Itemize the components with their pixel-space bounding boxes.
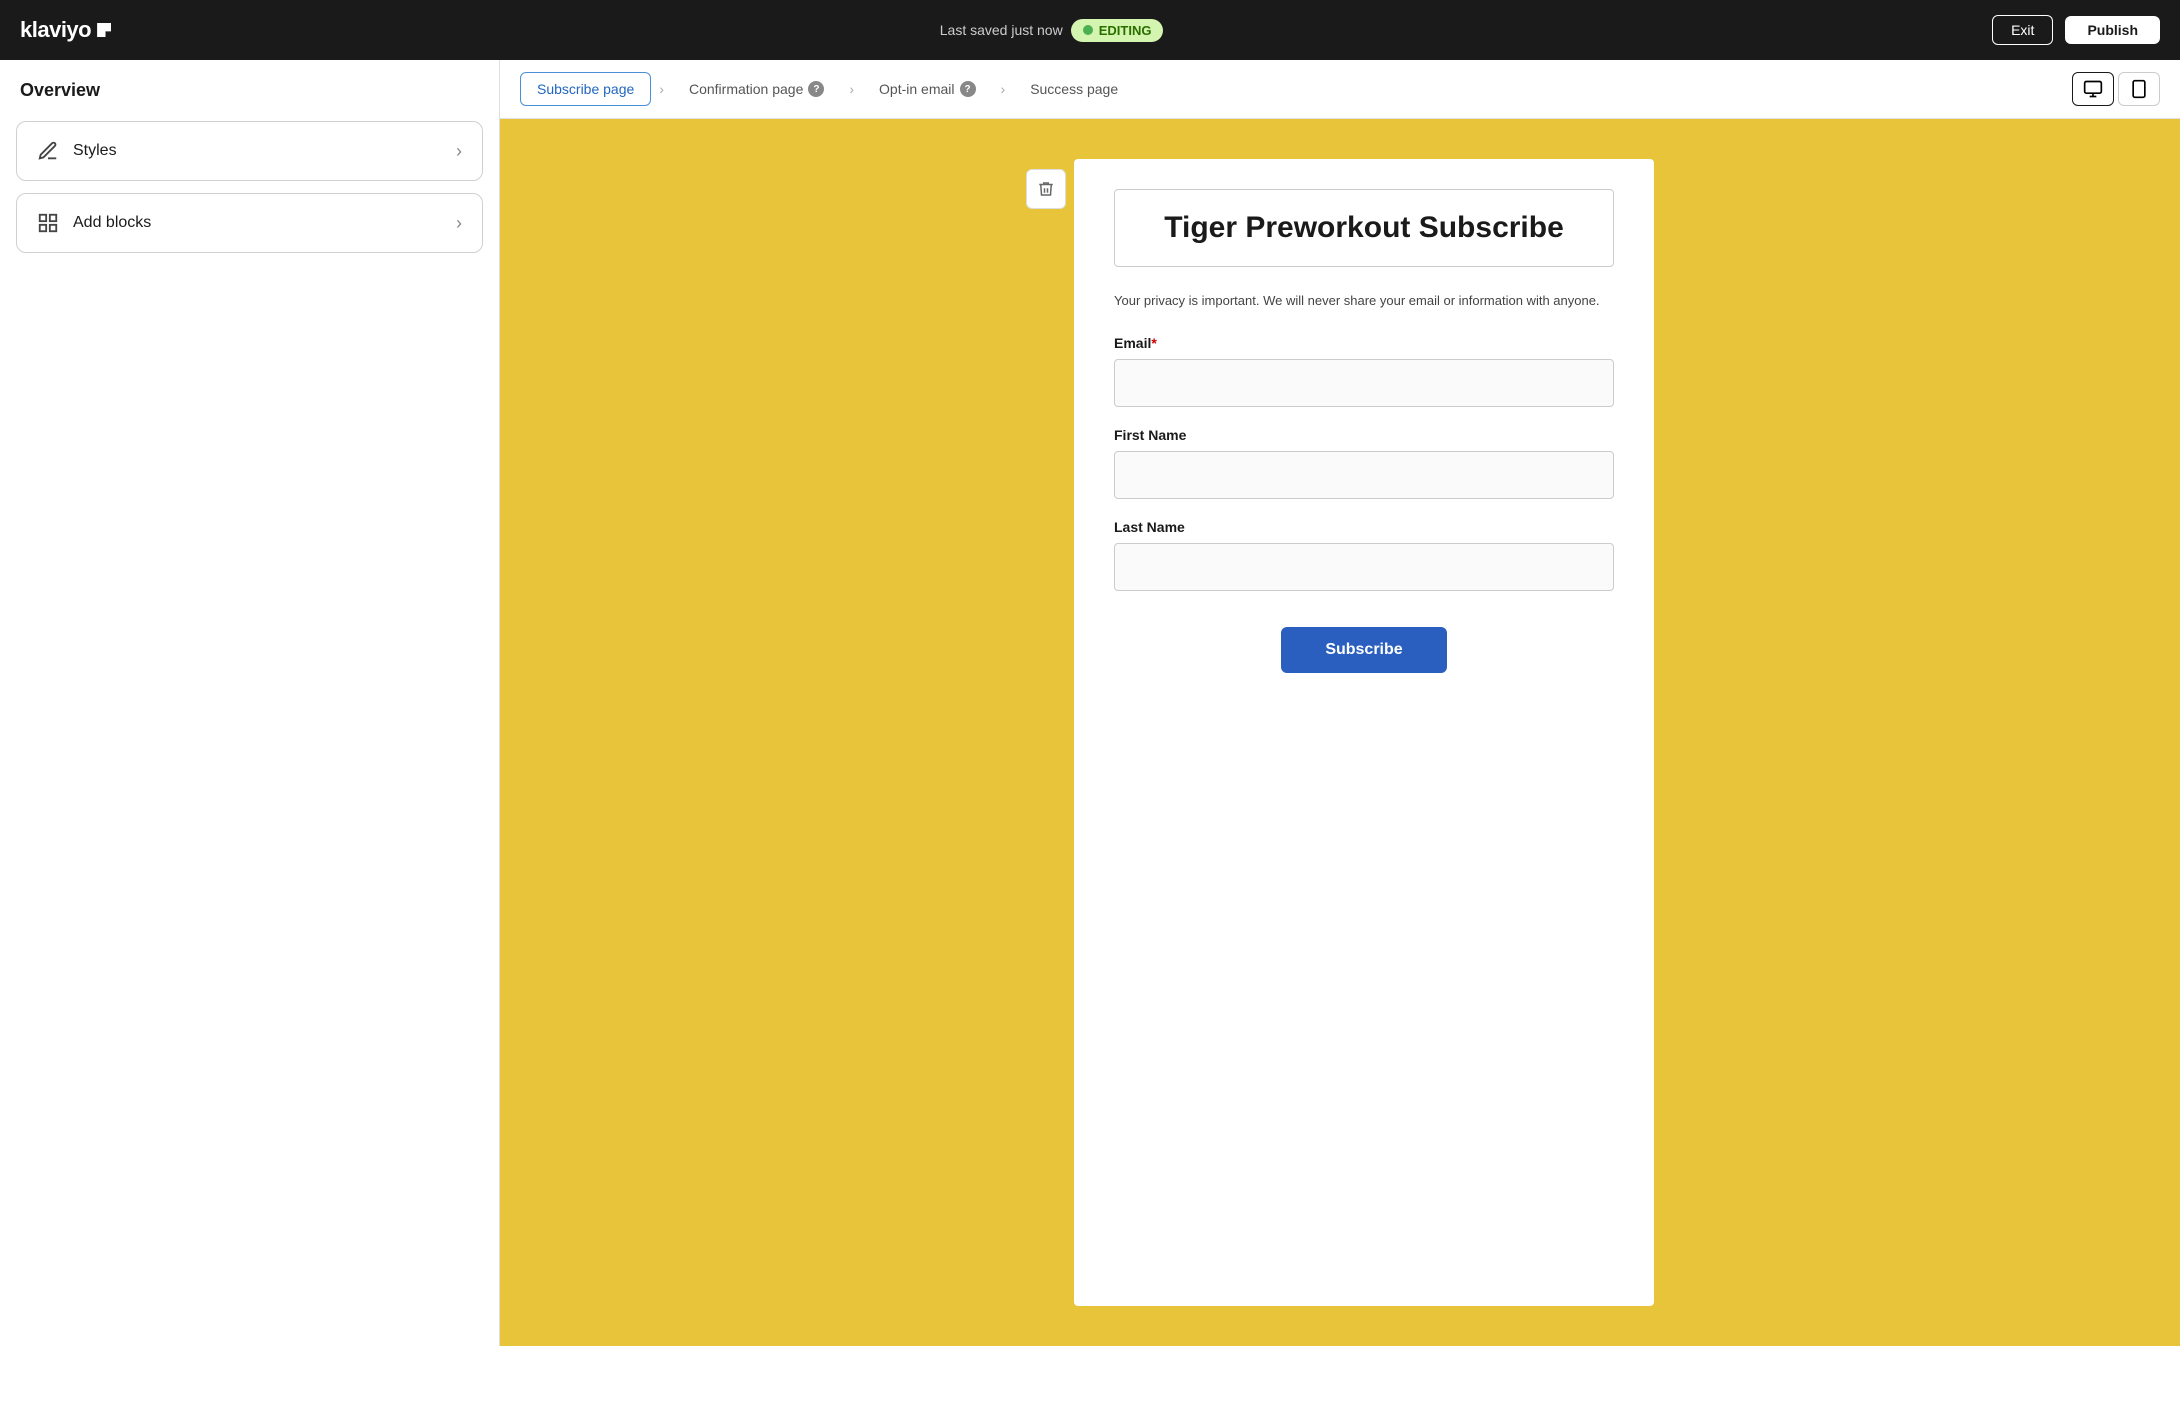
header-center: Last saved just now EDITING <box>940 19 1164 42</box>
sidebar-item-styles[interactable]: Styles › <box>16 121 483 181</box>
editing-dot <box>1083 25 1093 35</box>
form-card: Tiger Preworkout Subscribe Your privacy … <box>1074 159 1654 1306</box>
email-label: Email* <box>1114 335 1614 351</box>
tab-confirmation[interactable]: Confirmation page ? <box>672 72 841 106</box>
styles-chevron: › <box>456 141 462 162</box>
first-name-field-group: First Name <box>1114 427 1614 519</box>
tab-subscribe[interactable]: Subscribe page <box>520 72 651 106</box>
arrow-3: › <box>1001 81 1006 97</box>
optin-info-icon[interactable]: ? <box>960 81 976 97</box>
delete-block-button[interactable] <box>1026 169 1066 209</box>
tabs-left: Subscribe page › Confirmation page ? › O… <box>520 72 1135 106</box>
subscribe-button[interactable]: Subscribe <box>1281 627 1446 673</box>
tabs-right <box>2072 72 2160 106</box>
mobile-view-button[interactable] <box>2118 72 2160 106</box>
arrow-1: › <box>659 81 664 97</box>
sidebar: Overview Styles › Add blocks <box>0 60 500 1346</box>
first-name-input[interactable] <box>1114 451 1614 499</box>
form-title-box[interactable]: Tiger Preworkout Subscribe <box>1114 189 1614 267</box>
mobile-icon <box>2129 79 2149 99</box>
blocks-icon <box>37 212 59 234</box>
save-status: Last saved just now <box>940 22 1063 38</box>
app-header: klaviyo Last saved just now EDITING Exit… <box>0 0 2180 60</box>
overview-title: Overview <box>16 80 483 101</box>
blocks-chevron: › <box>456 213 462 234</box>
logo: klaviyo <box>20 17 111 43</box>
styles-label: Styles <box>73 142 117 160</box>
logo-text: klaviyo <box>20 17 91 43</box>
tab-success[interactable]: Success page <box>1013 72 1135 106</box>
arrow-2: › <box>849 81 854 97</box>
editing-badge: EDITING <box>1071 19 1164 42</box>
last-name-field-group: Last Name <box>1114 519 1614 611</box>
last-name-input[interactable] <box>1114 543 1614 591</box>
logo-mark <box>97 23 111 37</box>
optin-label: Opt-in email <box>879 81 954 97</box>
email-input[interactable] <box>1114 359 1614 407</box>
tab-bar: Subscribe page › Confirmation page ? › O… <box>500 60 2180 119</box>
desktop-view-button[interactable] <box>2072 72 2114 106</box>
form-wrapper: Tiger Preworkout Subscribe Your privacy … <box>1026 159 1654 1306</box>
app-body: Overview Styles › Add blocks <box>0 60 2180 1346</box>
confirmation-label: Confirmation page <box>689 81 803 97</box>
tab-optin[interactable]: Opt-in email ? <box>862 72 992 106</box>
canvas-area: Tiger Preworkout Subscribe Your privacy … <box>500 119 2180 1346</box>
exit-button[interactable]: Exit <box>1992 15 2053 45</box>
editing-label: EDITING <box>1099 23 1152 38</box>
first-name-label: First Name <box>1114 427 1614 443</box>
blocks-left: Add blocks <box>37 212 151 234</box>
sidebar-item-add-blocks[interactable]: Add blocks › <box>16 193 483 253</box>
privacy-text: Your privacy is important. We will never… <box>1114 291 1614 311</box>
last-name-label: Last Name <box>1114 519 1614 535</box>
confirmation-info-icon[interactable]: ? <box>808 81 824 97</box>
pen-icon <box>37 140 59 162</box>
email-field-group: Email* <box>1114 335 1614 427</box>
desktop-icon <box>2083 79 2103 99</box>
publish-button[interactable]: Publish <box>2065 16 2160 44</box>
trash-icon <box>1037 180 1055 198</box>
add-blocks-label: Add blocks <box>73 214 151 232</box>
main-content: Subscribe page › Confirmation page ? › O… <box>500 60 2180 1346</box>
form-title: Tiger Preworkout Subscribe <box>1139 210 1589 246</box>
header-right: Exit Publish <box>1992 15 2160 45</box>
styles-left: Styles <box>37 140 117 162</box>
email-required-star: * <box>1151 335 1156 351</box>
